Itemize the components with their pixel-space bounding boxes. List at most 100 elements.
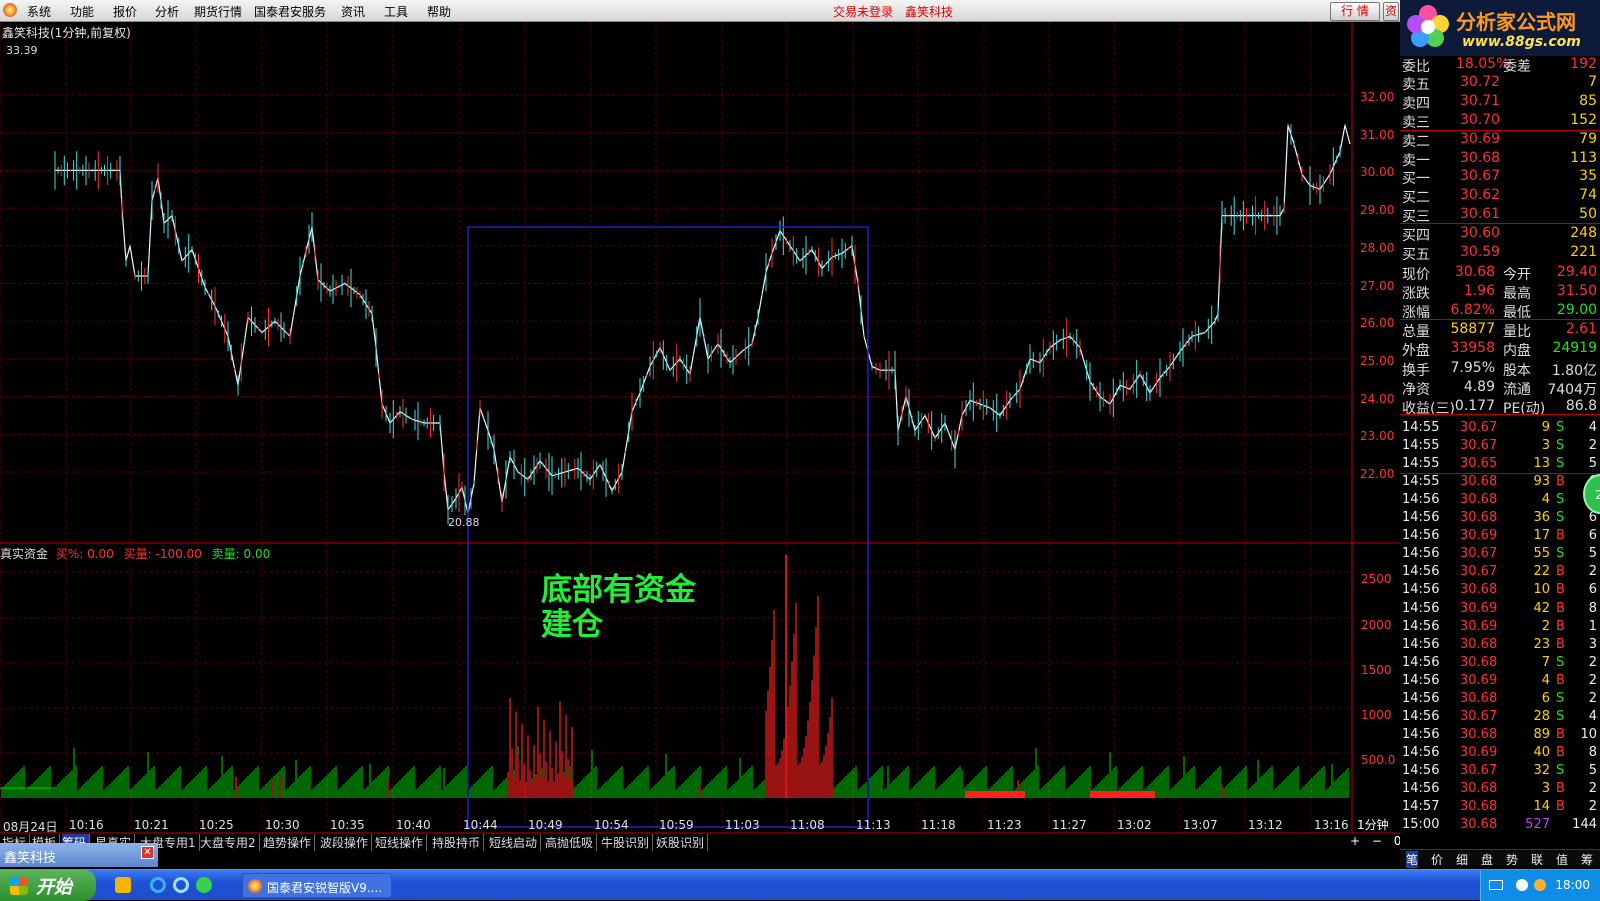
tick-volume: 6 <box>1541 690 1550 706</box>
quote-tab-1[interactable]: 价 <box>1431 851 1443 868</box>
quicklaunch-icon-1[interactable] <box>115 877 131 893</box>
tab-13[interactable]: 妖股识别 <box>656 834 709 851</box>
zoom-in-button[interactable]: + <box>1350 834 1360 848</box>
tick-row: 14:56 30.68 23 B 3 <box>1400 637 1600 656</box>
tab-11[interactable]: 高抛低吸 <box>545 834 598 851</box>
volume-axis-tick: 2500 <box>1361 572 1392 586</box>
tick-price: 30.67 <box>1460 438 1498 454</box>
ask-price: 30.70 <box>1460 112 1501 128</box>
stat-row: 现价 30.68 今开 29.40 <box>1400 264 1600 283</box>
low-price-label: 20.88 <box>448 516 480 529</box>
tick-price: 30.69 <box>1460 618 1498 634</box>
volume-bar-red <box>1090 791 1155 798</box>
tick-side: B <box>1556 726 1565 742</box>
tick-time: 14:56 <box>1402 636 1440 652</box>
time-axis-tick: 13:02 <box>1117 818 1152 832</box>
price-axis-tick: 26.00 <box>1360 316 1395 331</box>
ask-label: 卖二 <box>1402 134 1430 150</box>
keyboard-icon[interactable] <box>1489 880 1503 890</box>
tab-9[interactable]: 持股持币 <box>432 834 485 851</box>
price-axis-tick: 32.00 <box>1360 90 1395 104</box>
tick-row: 14:56 30.69 40 B 8 <box>1400 745 1600 764</box>
tab-12[interactable]: 牛股识别 <box>601 834 654 851</box>
time-axis-tick: 13:12 <box>1248 818 1283 832</box>
taskbar-app-item[interactable]: 国泰君安锐智版V9.... <box>242 873 392 898</box>
time-axis-tick: 11:13 <box>856 818 891 832</box>
price-axis-tick: 28.00 <box>1360 240 1395 255</box>
close-icon[interactable]: ✕ <box>141 846 154 859</box>
start-button[interactable]: 开始 <box>0 870 96 901</box>
tab-7[interactable]: 波段操作 <box>320 834 373 851</box>
ask-volume: 85 <box>1579 93 1597 109</box>
volume-axis-tick: 1500 <box>1361 663 1392 677</box>
tick-price: 30.65 <box>1460 456 1498 472</box>
menu-system[interactable]: 系统 <box>27 3 51 20</box>
time-axis-tick: 13:16 <box>1314 818 1349 832</box>
users-icon[interactable] <box>1534 879 1546 891</box>
menu-help[interactable]: 帮助 <box>427 3 451 20</box>
tick-row: 14:5630.684S2 <box>1400 492 1600 511</box>
tick-volume: 2 <box>1541 618 1550 634</box>
period-label[interactable]: 1分钟 <box>1357 816 1389 833</box>
quote-tab-7[interactable]: 筹 <box>1581 851 1593 868</box>
menu-quote[interactable]: 报价 <box>113 3 137 20</box>
tab-10[interactable]: 短线启动 <box>489 834 542 851</box>
menu-broker-service[interactable]: 国泰君安服务 <box>254 3 326 20</box>
stat-label: 总量 <box>1402 324 1430 340</box>
stat-row: 外盘 33958 内盘 24919 <box>1400 340 1600 359</box>
zoom-out-button[interactable]: − <box>1372 834 1382 848</box>
menu-analysis[interactable]: 分析 <box>155 3 179 20</box>
tick-side: S <box>1556 510 1565 526</box>
tick-time: 14:56 <box>1402 492 1440 508</box>
tick-row: 14:55 30.67 9 S 4 <box>1400 420 1600 439</box>
menu-tools[interactable]: 工具 <box>384 3 408 20</box>
tick-time: 14:56 <box>1402 510 1440 526</box>
stat-label-2: 量比 <box>1503 324 1531 340</box>
tick-side: B <box>1556 799 1565 815</box>
menu-function[interactable]: 功能 <box>70 3 94 20</box>
quote-tab-6[interactable]: 值 <box>1556 851 1568 868</box>
tick-volume: 55 <box>1533 546 1550 562</box>
bid-label: 买一 <box>1402 171 1430 187</box>
info-button[interactable]: 资 <box>1383 2 1399 21</box>
menu-news[interactable]: 资讯 <box>341 3 365 20</box>
menu-futures[interactable]: 期货行情 <box>194 3 242 20</box>
indicator-title: 真实资金 买%: 0.00 买量: -100.00 卖量: 0.00 <box>0 545 270 562</box>
stock-popup[interactable]: 鑫笑科技 ✕ <box>0 843 158 867</box>
ask-price: 30.68 <box>1460 150 1501 166</box>
tab-5[interactable]: 大盘专用2 <box>200 834 260 851</box>
tick-volume: 40 <box>1533 744 1550 760</box>
tick-time: 14:56 <box>1402 582 1440 598</box>
tick-side: S <box>1556 708 1565 724</box>
fund-value: 7.95% <box>1450 360 1495 376</box>
tick-volume: 42 <box>1533 600 1550 616</box>
quote-tab-4[interactable]: 势 <box>1506 851 1518 868</box>
quote-tab-2[interactable]: 细 <box>1456 851 1468 868</box>
tick-price: 30.68 <box>1460 690 1498 706</box>
tick-count: 3 <box>1588 636 1597 652</box>
price-chart[interactable] <box>0 22 1400 867</box>
quote-tab-0[interactable]: 笔 <box>1406 851 1419 868</box>
logo-title: 分析家公式网 <box>1456 10 1576 34</box>
ie-icon[interactable] <box>150 877 166 893</box>
quote-tab-5[interactable]: 联 <box>1531 851 1543 868</box>
green-app-icon[interactable] <box>196 877 212 893</box>
price-axis-tick: 25.00 <box>1360 353 1395 368</box>
tick-price: 30.67 <box>1460 546 1498 562</box>
stat-label: 现价 <box>1402 267 1430 283</box>
tick-time: 14:56 <box>1402 781 1440 796</box>
network-icon[interactable] <box>1516 879 1528 891</box>
bid-price: 30.59 <box>1460 244 1501 260</box>
tick-time: 14:56 <box>1402 672 1440 688</box>
clock[interactable]: 18:00 <box>1555 878 1590 892</box>
ask-label: 卖四 <box>1402 96 1430 112</box>
quote-button[interactable]: 行 情 <box>1330 2 1380 21</box>
login-status[interactable]: 交易未登录 <box>833 3 893 20</box>
tab-6[interactable]: 趋势操作 <box>263 834 316 851</box>
app-icon[interactable] <box>3 3 17 17</box>
tab-8[interactable]: 短线操作 <box>375 834 428 851</box>
indicator-buy-pct: 买%: 0.00 <box>55 547 114 561</box>
quote-tab-3[interactable]: 盘 <box>1481 851 1493 868</box>
browser-icon[interactable] <box>173 877 189 893</box>
tick-count: 5 <box>1588 456 1597 472</box>
